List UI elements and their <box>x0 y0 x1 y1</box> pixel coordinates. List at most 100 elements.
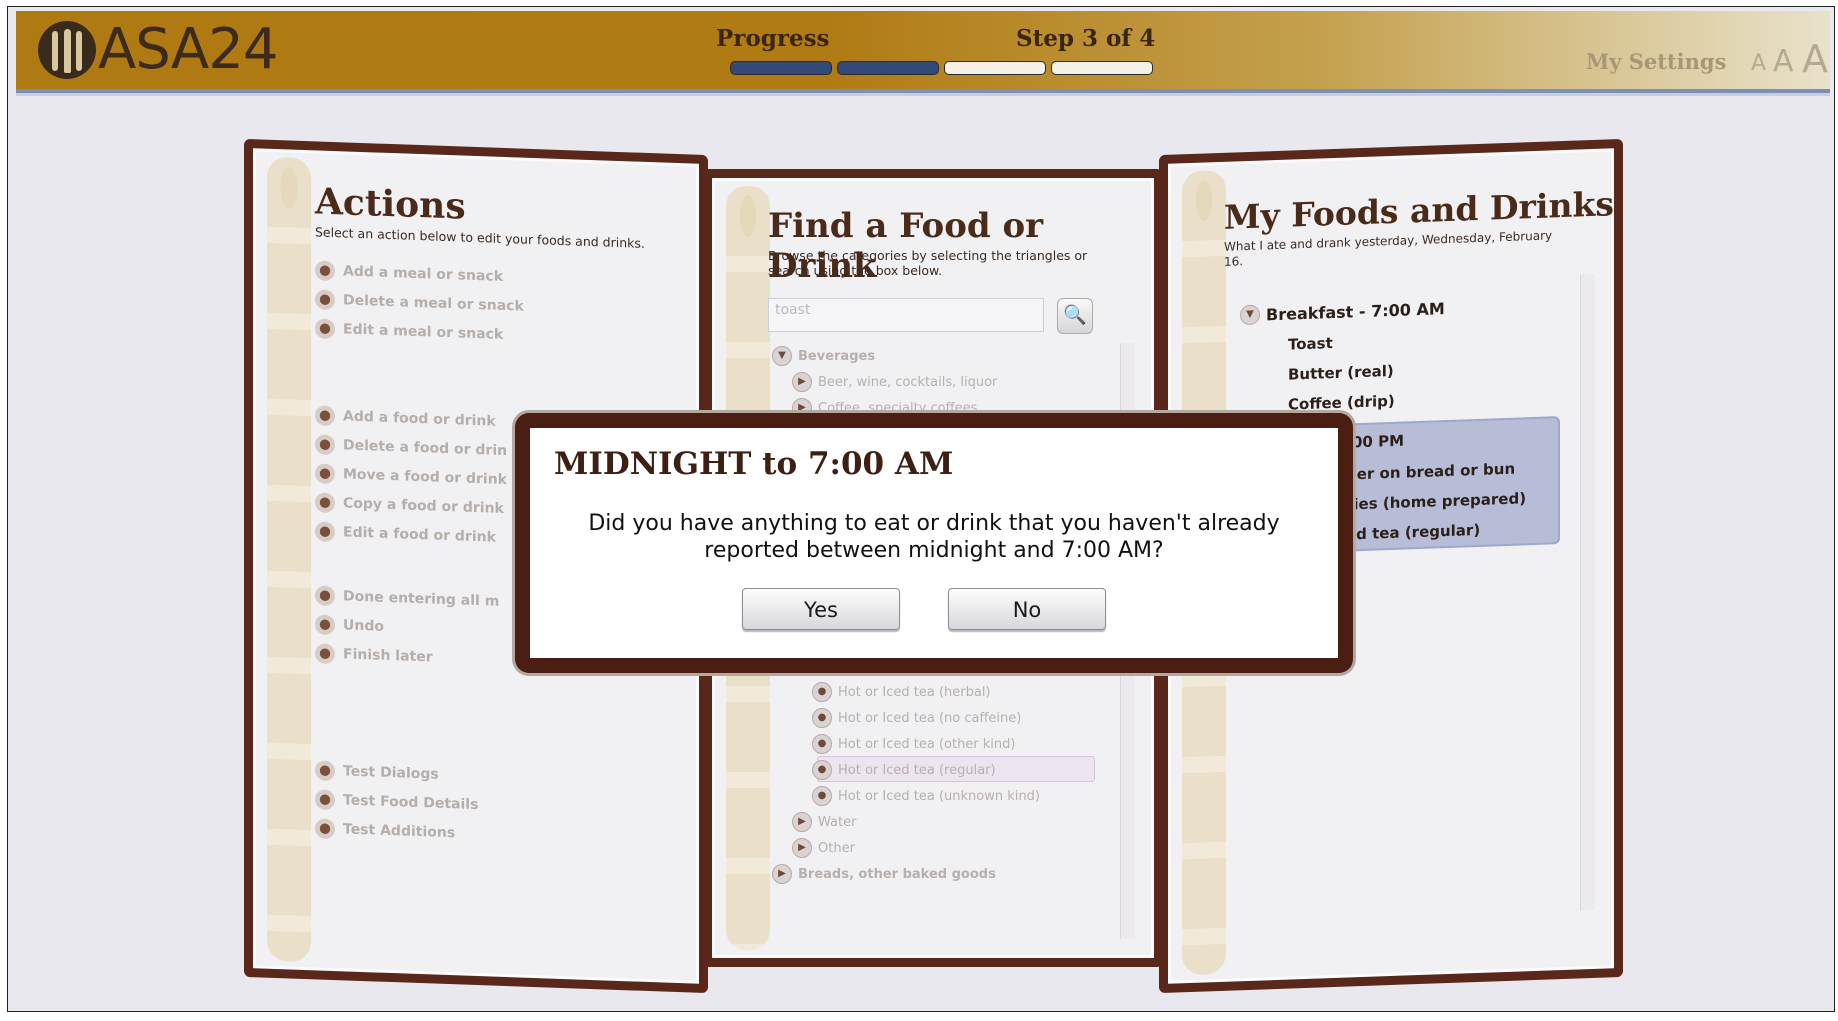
meal-item[interactable]: Toast <box>1288 334 1333 354</box>
bullet-icon <box>315 760 335 782</box>
collapsed-triangle-icon: ▶ <box>772 864 792 884</box>
utensils-icon <box>38 21 96 79</box>
meals-scrollbar[interactable] <box>1580 273 1595 911</box>
no-button[interactable]: No <box>948 588 1106 630</box>
tree-item[interactable]: ▶ Breads, other baked goods <box>772 864 996 884</box>
action-label: Add a food or drink <box>343 408 496 430</box>
bullet-icon: ● <box>812 682 832 702</box>
meal-item[interactable]: ger on bread or bun <box>1346 460 1515 484</box>
action-label: Delete a meal or snack <box>343 292 524 315</box>
tree-item[interactable]: ▶ Beer, wine, cocktails, liquor <box>792 372 997 392</box>
tree-item-label: Hot or Iced tea (unknown kind) <box>838 788 1040 804</box>
tree-item[interactable]: ▶ Other <box>792 838 855 858</box>
my-settings-link[interactable]: My Settings <box>1586 49 1726 74</box>
action-item[interactable]: Test Additions <box>315 818 455 843</box>
app-name: ASA24 <box>98 17 278 82</box>
tree-item[interactable]: ● Hot or Iced tea (no caffeine) <box>812 708 1021 728</box>
bullet-icon: ● <box>812 734 832 754</box>
action-item[interactable]: Delete a meal or snack <box>315 289 524 316</box>
app-logo: ASA24 <box>38 17 278 82</box>
text-size-large-button[interactable]: A <box>1802 37 1828 81</box>
actions-subtitle: Select an action below to edit your food… <box>315 224 645 251</box>
action-item[interactable]: Copy a food or drink <box>315 492 504 519</box>
tree-item[interactable]: ● Hot or Iced tea (herbal) <box>812 682 991 702</box>
bullet-icon <box>315 492 335 514</box>
tree-item[interactable]: ▼ Beverages <box>772 346 875 366</box>
action-item[interactable]: Edit a food or drink <box>315 521 496 547</box>
search-button[interactable]: 🔍 <box>1057 298 1093 334</box>
actions-title: Actions <box>315 180 466 228</box>
tree-item-label: Hot or Iced tea (other kind) <box>838 736 1016 752</box>
breakfast-label: Breakfast - 7:00 AM <box>1266 298 1445 324</box>
app-window: ASA24 Progress Step 3 of 4 My Settings A… <box>7 6 1835 1012</box>
tree-item-label: Beer, wine, cocktails, liquor <box>818 374 998 390</box>
bullet-icon <box>315 614 335 636</box>
meal-item[interactable]: Butter (real) <box>1288 362 1394 384</box>
bullet-icon <box>315 521 335 543</box>
bullet-icon <box>315 405 335 427</box>
meal-item[interactable]: ed tea (regular) <box>1346 521 1480 544</box>
bullet-icon <box>315 643 335 665</box>
action-item[interactable]: Finish later <box>315 643 433 667</box>
bullet-icon <box>315 585 335 607</box>
breakfast-header[interactable]: ▼ Breakfast - 7:00 AM <box>1240 298 1445 326</box>
action-label: Undo <box>343 617 384 635</box>
dialog-title: MIDNIGHT to 7:00 AM <box>554 446 954 482</box>
meal-time: :00 PM <box>1346 431 1405 452</box>
progress-segment <box>1051 61 1153 75</box>
action-label: Move a food or drink <box>343 466 507 489</box>
action-label: Finish later <box>343 646 433 666</box>
tree-item-label: Hot or Iced tea (no caffeine) <box>838 710 1022 726</box>
dialog-message: Did you have anything to eat or drink th… <box>550 510 1318 564</box>
meal-item[interactable]: ries (home prepared) <box>1346 489 1526 513</box>
bullet-icon <box>315 434 335 456</box>
bullet-icon <box>315 789 335 811</box>
action-item[interactable]: Undo <box>315 614 384 636</box>
magnifier-icon: 🔍 <box>1063 304 1087 326</box>
action-item[interactable]: Test Food Details <box>315 789 478 815</box>
search-input[interactable]: toast <box>768 298 1044 332</box>
bullet-icon <box>315 260 335 282</box>
action-label: Edit a meal or snack <box>343 321 504 343</box>
yes-button[interactable]: Yes <box>742 588 900 630</box>
action-item[interactable]: Delete a food or drin <box>315 434 507 461</box>
action-item[interactable]: Edit a meal or snack <box>315 318 503 345</box>
tree-item-label: Water <box>818 814 857 830</box>
action-label: Add a meal or snack <box>343 263 504 285</box>
actions-list: Add a meal or snack Delete a meal or snac… <box>253 148 699 841</box>
action-label: Test Additions <box>343 821 456 842</box>
tree-item-label: Other <box>818 840 855 856</box>
action-item[interactable]: Add a meal or snack <box>315 260 503 287</box>
tree-item[interactable]: ▶ Water <box>792 812 856 832</box>
action-label: Test Dialogs <box>343 763 439 783</box>
text-size-small-button[interactable]: A <box>1751 51 1766 76</box>
action-item[interactable]: Done entering all m <box>315 585 499 611</box>
step-label: Step 3 of 4 <box>1016 25 1156 52</box>
action-label: Copy a food or drink <box>343 495 504 517</box>
progress-segment <box>837 61 939 75</box>
progress-segment <box>730 61 832 75</box>
meal-item[interactable]: Coffee (drip) <box>1288 392 1395 414</box>
action-label: Done entering all m <box>343 588 500 610</box>
collapsed-triangle-icon: ▶ <box>792 838 812 858</box>
tree-item[interactable]: ● Hot or Iced tea (unknown kind) <box>812 786 1040 806</box>
tree-item[interactable]: ● Hot or Iced tea (regular) <box>812 760 996 780</box>
collapsed-triangle-icon: ▶ <box>792 372 812 392</box>
tree-item-label: Hot or Iced tea (regular) <box>838 762 996 778</box>
bullet-icon: ● <box>812 786 832 806</box>
tree-item[interactable]: ● Hot or Iced tea (other kind) <box>812 734 1016 754</box>
tree-item-label: Hot or Iced tea (herbal) <box>838 684 991 700</box>
action-item[interactable]: Add a food or drink <box>315 405 496 431</box>
vine-decoration <box>267 156 311 963</box>
header-bar: ASA24 Progress Step 3 of 4 My Settings A… <box>16 11 1830 93</box>
my-foods-subtitle-line2: 16. <box>1224 254 1244 269</box>
collapsed-triangle-icon: ▶ <box>792 812 812 832</box>
text-size-medium-button[interactable]: A <box>1773 44 1794 79</box>
action-item[interactable]: Move a food or drink <box>315 463 507 490</box>
bullet-icon <box>315 318 335 340</box>
action-item[interactable]: Test Dialogs <box>315 760 439 784</box>
bullet-icon <box>315 818 335 840</box>
dialog-message-line1: Did you have anything to eat or drink th… <box>588 511 1280 536</box>
progress-label: Progress <box>716 25 830 52</box>
midnight-dialog: MIDNIGHT to 7:00 AM Did you have anythin… <box>515 413 1353 673</box>
